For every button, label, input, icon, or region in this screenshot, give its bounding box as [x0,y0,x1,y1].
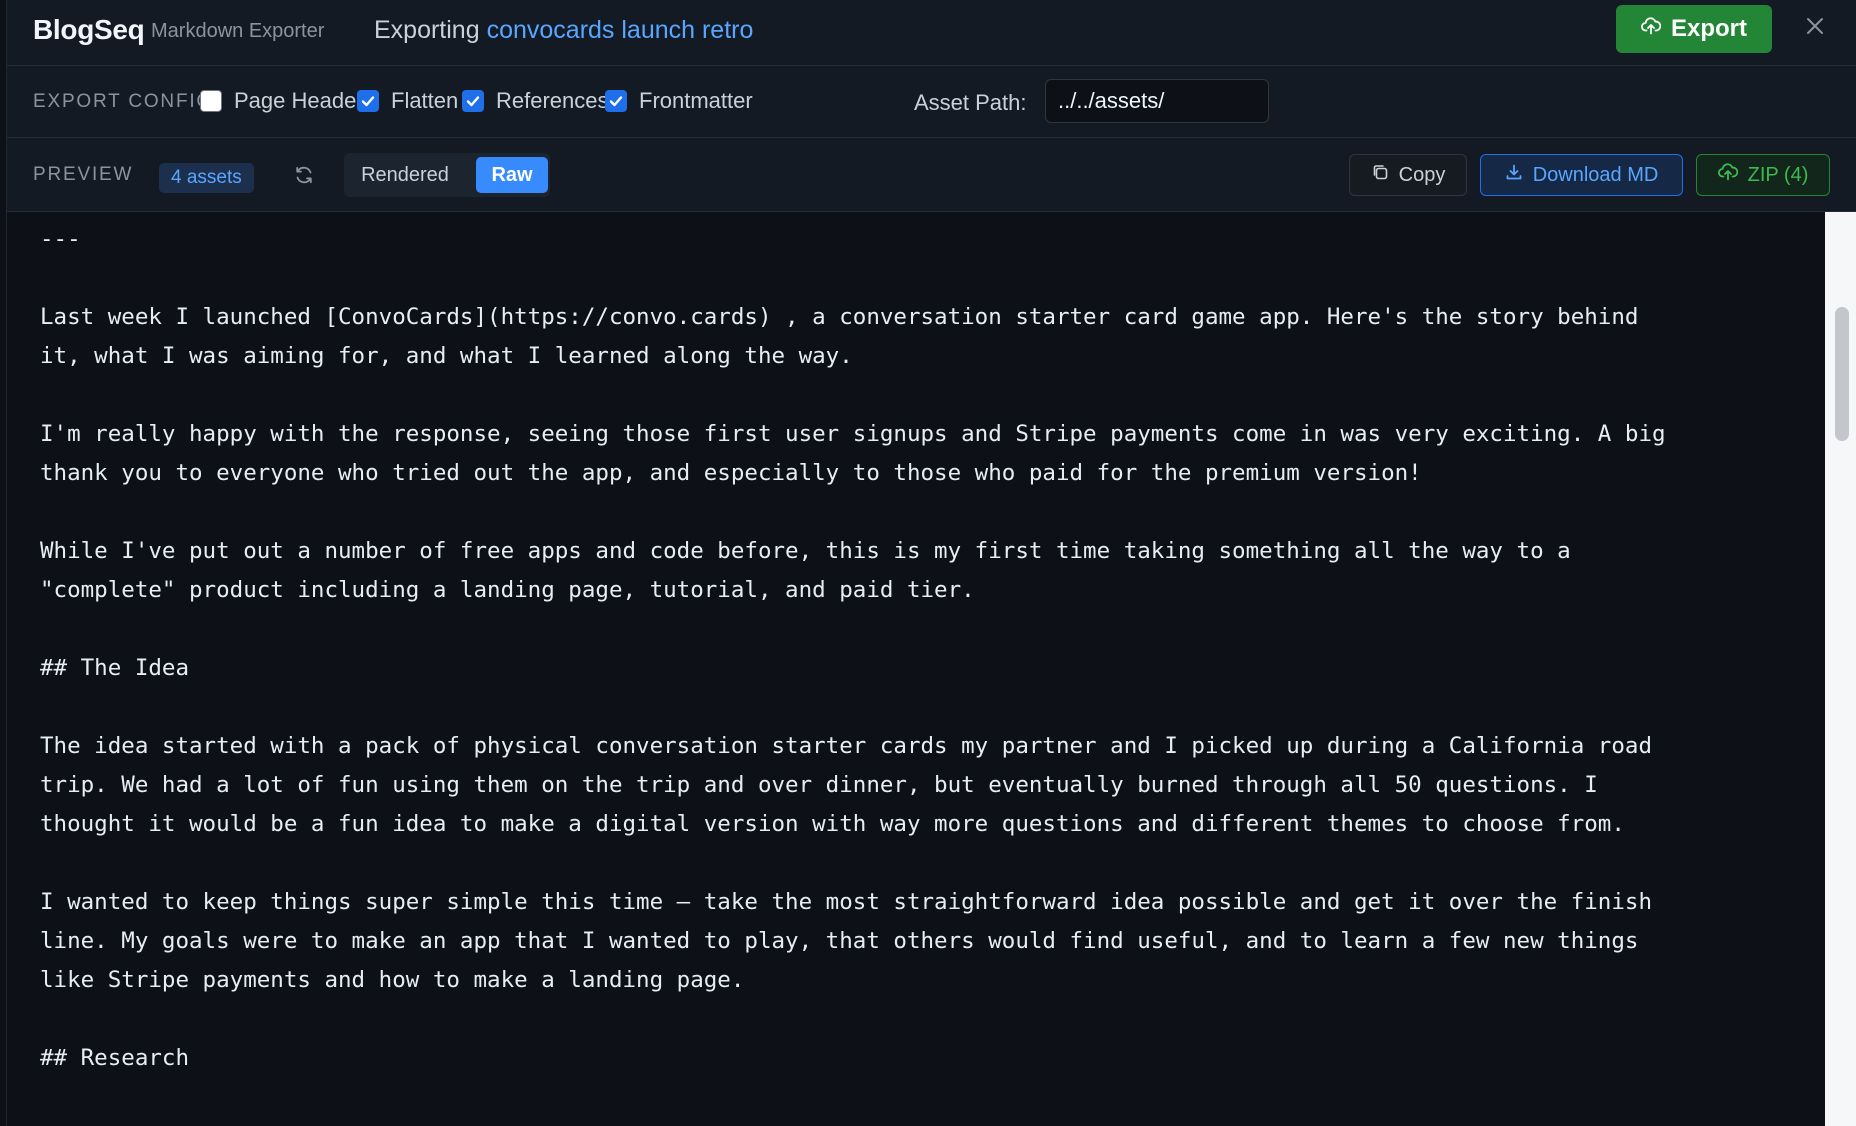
checkbox-checked[interactable] [462,90,484,112]
raw-mode-tab[interactable]: Raw [476,157,548,193]
cloud-upload-icon [1640,15,1662,43]
export-button[interactable]: Export [1616,5,1772,53]
raw-line [40,844,1825,883]
copy-button[interactable]: Copy [1349,154,1467,196]
checkbox-checked[interactable] [357,90,379,112]
flatten-label: Flatten [391,88,459,113]
raw-line: thank you to everyone who tried out the … [40,460,1422,486]
raw-line: While I've put out a number of free apps… [40,538,1571,564]
exporting-prefix: Exporting [374,16,480,44]
check-icon [466,96,480,107]
frontmatter-label: Frontmatter [639,88,753,113]
raw-line [40,376,1825,415]
raw-line [40,1078,1825,1117]
zip-button-label: ZIP (4) [1747,163,1809,186]
document-name-link[interactable]: convocards launch retro [487,16,754,44]
rendered-mode-tab[interactable]: Rendered [354,157,456,193]
export-config-label: EXPORT CONFIG [33,91,214,112]
copy-icon [1371,163,1389,187]
exporter-window: BlogSeq Markdown Exporter Exporting conv… [6,0,1856,1126]
app-name: BlogSeq [33,14,145,45]
scrollbar-thumb[interactable] [1835,307,1849,441]
download-icon [1505,163,1523,187]
assets-count-badge: 4 assets [159,163,254,193]
raw-line: The first thing I do before starting any… [40,1117,1825,1126]
raw-line: --- [40,226,81,252]
raw-line: I'm really happy with the response, seei… [40,421,1666,447]
raw-line: line. My goals were to make an app that … [40,928,1639,954]
close-button[interactable] [1797,10,1833,46]
raw-line [40,1000,1825,1039]
cloud-upload-icon [1717,162,1738,188]
app-subtitle: Markdown Exporter [151,20,325,42]
raw-line: like Stripe payments and how to make a l… [40,967,745,993]
frontmatter-checkbox[interactable]: Frontmatter [605,88,753,114]
raw-markdown-text: --- Last week I launched [ConvoCards](htt… [40,220,1825,1126]
raw-line: "complete" product including a landing p… [40,577,975,603]
refresh-icon [293,164,315,191]
page-header-checkbox[interactable]: Page Header [200,88,364,114]
zip-download-button[interactable]: ZIP (4) [1696,154,1830,196]
download-md-label: Download MD [1532,163,1659,186]
raw-line [40,688,1825,727]
check-icon [609,96,623,107]
raw-line [40,610,1825,649]
preview-label: PREVIEW [33,164,134,185]
close-icon [1805,16,1825,41]
raw-line [40,259,1825,298]
flatten-checkbox[interactable]: Flatten [357,88,458,114]
check-icon [361,96,375,107]
references-label: References [496,88,609,113]
references-checkbox[interactable]: References [462,88,609,114]
raw-line: Last week I launched [ConvoCards](https:… [40,304,1639,330]
copy-button-label: Copy [1398,163,1446,186]
exporting-title: Exporting convocards launch retro [374,16,753,45]
raw-line: trip. We had a lot of fun using them on … [40,772,1598,798]
checkbox-unchecked[interactable] [200,90,222,112]
raw-line: ## The Idea [40,655,190,681]
checkbox-checked[interactable] [605,90,627,112]
export-config-bar: EXPORT CONFIG Page Header Flatten Refere… [7,66,1856,138]
preview-toolbar: PREVIEW 4 assets Rendered Raw Copy Downl… [7,138,1856,212]
raw-line: it, what I was aiming for, and what I le… [40,343,853,369]
raw-line [40,493,1825,532]
raw-line: thought it would be a fun idea to make a… [40,811,1625,837]
export-button-label: Export [1670,15,1747,42]
top-bar: BlogSeq Markdown Exporter Exporting conv… [7,0,1856,66]
page-header-label: Page Header [234,88,364,113]
asset-path-input[interactable] [1045,79,1269,123]
raw-line: I wanted to keep things super simple thi… [40,889,1652,915]
preview-scrollbar[interactable] [1825,212,1856,1126]
raw-line: ## Research [40,1045,190,1071]
asset-path-label: Asset Path: [914,90,1027,115]
refresh-button[interactable] [289,162,319,192]
download-md-button[interactable]: Download MD [1480,154,1683,196]
raw-preview-pane[interactable]: --- Last week I launched [ConvoCards](htt… [7,212,1825,1126]
raw-line: The idea started with a pack of physical… [40,733,1652,759]
view-mode-toggle: Rendered Raw [344,153,550,197]
